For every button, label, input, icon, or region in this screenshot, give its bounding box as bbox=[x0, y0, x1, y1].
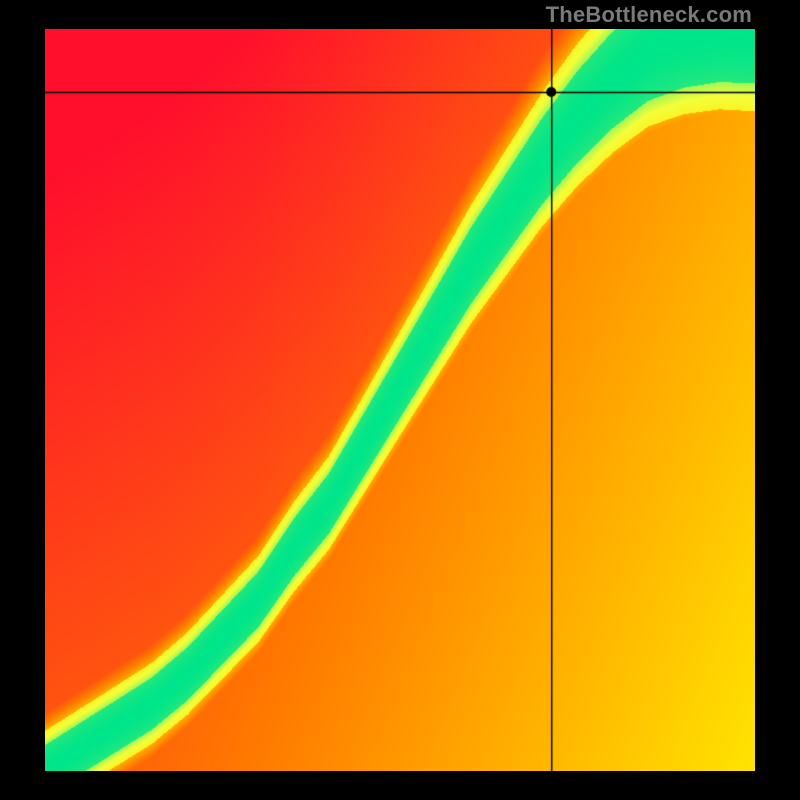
watermark-text: TheBottleneck.com bbox=[546, 2, 752, 28]
chart-frame: TheBottleneck.com bbox=[0, 0, 800, 800]
heatmap-plot bbox=[45, 29, 755, 771]
heatmap-canvas bbox=[45, 29, 755, 771]
